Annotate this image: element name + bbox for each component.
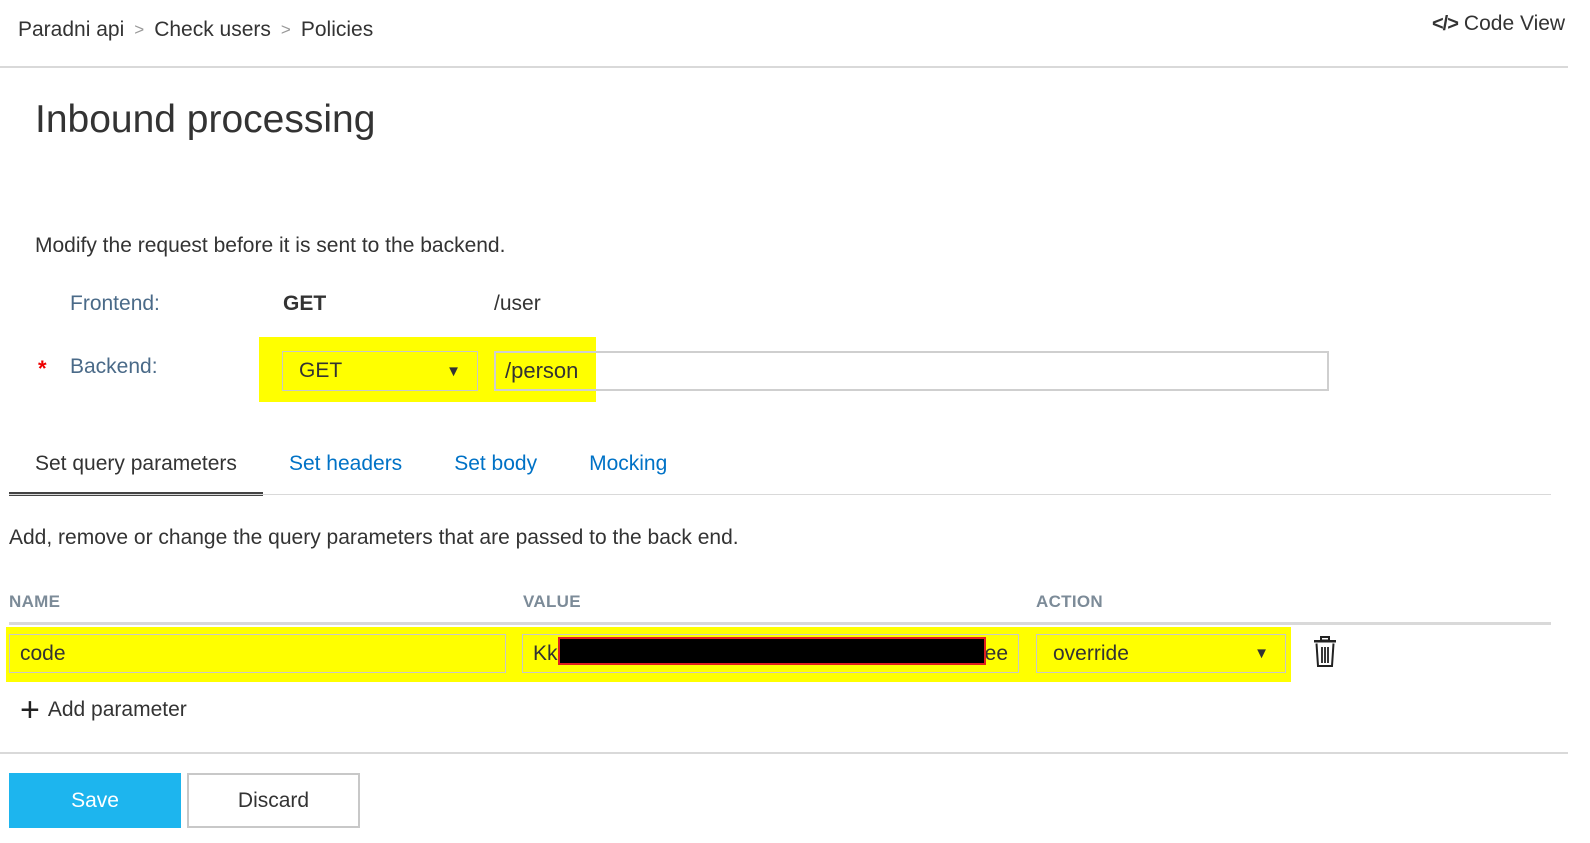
parameter-name-value: code — [20, 641, 66, 665]
chevron-down-icon: ▼ — [446, 362, 461, 380]
add-parameter-label: Add parameter — [47, 698, 187, 721]
code-view-button[interactable]: </> Code View — [1432, 12, 1565, 36]
delete-parameter-button[interactable] — [1312, 636, 1338, 668]
breadcrumb-item-api[interactable]: Paradni api — [18, 18, 124, 42]
tab-description: Add, remove or change the query paramete… — [9, 526, 739, 549]
tabs-divider — [9, 494, 1551, 495]
breadcrumb-separator: > — [134, 20, 145, 39]
header-divider — [0, 66, 1568, 68]
code-icon: </> — [1432, 12, 1459, 35]
discard-button[interactable]: Discard — [187, 773, 360, 828]
tab-set-query-parameters[interactable]: Set query parameters — [9, 448, 263, 496]
breadcrumb: Paradni api > Check users > Policies — [18, 16, 373, 44]
chevron-down-icon: ▼ — [1254, 645, 1269, 662]
footer-divider — [0, 752, 1568, 754]
page-description: Modify the request before it is sent to … — [35, 234, 506, 257]
backend-method-value: GET — [299, 359, 343, 382]
parameter-action-value: override — [1053, 641, 1129, 665]
required-marker: * — [38, 356, 47, 381]
frontend-path: /user — [494, 292, 541, 315]
column-header-action: ACTION — [1036, 592, 1103, 611]
add-parameter-button[interactable]: + Add parameter — [20, 691, 187, 729]
policy-tabs: Set query parameters Set headers Set bod… — [9, 448, 693, 496]
frontend-label: Frontend: — [70, 292, 160, 315]
backend-path-value: /person — [505, 358, 579, 383]
parameter-action-select[interactable]: override ▼ — [1036, 634, 1286, 673]
backend-path-input[interactable]: /person — [494, 351, 1329, 391]
breadcrumb-item-operation[interactable]: Check users — [154, 18, 271, 42]
plus-icon: + — [20, 691, 40, 729]
tab-mocking[interactable]: Mocking — [563, 448, 693, 492]
save-button[interactable]: Save — [9, 773, 181, 828]
page-title: Inbound processing — [35, 98, 376, 141]
parameter-value-prefix: Kk — [533, 641, 558, 665]
parameter-value-suffix: ee — [984, 641, 1008, 665]
redaction-box — [558, 637, 986, 665]
breadcrumb-item-policies[interactable]: Policies — [301, 18, 373, 42]
column-header-value: VALUE — [523, 592, 581, 611]
table-header-divider — [9, 622, 1551, 625]
trash-icon — [1314, 636, 1336, 667]
tab-set-headers[interactable]: Set headers — [263, 448, 428, 492]
code-view-label: Code View — [1463, 12, 1566, 35]
column-header-name: NAME — [9, 592, 61, 611]
tab-set-body[interactable]: Set body — [428, 448, 563, 492]
frontend-method: GET — [283, 292, 327, 315]
parameter-name-input[interactable]: code — [9, 634, 506, 673]
backend-label: Backend: — [70, 355, 158, 378]
backend-method-select[interactable]: GET ▼ — [282, 351, 478, 391]
breadcrumb-separator: > — [280, 20, 291, 39]
